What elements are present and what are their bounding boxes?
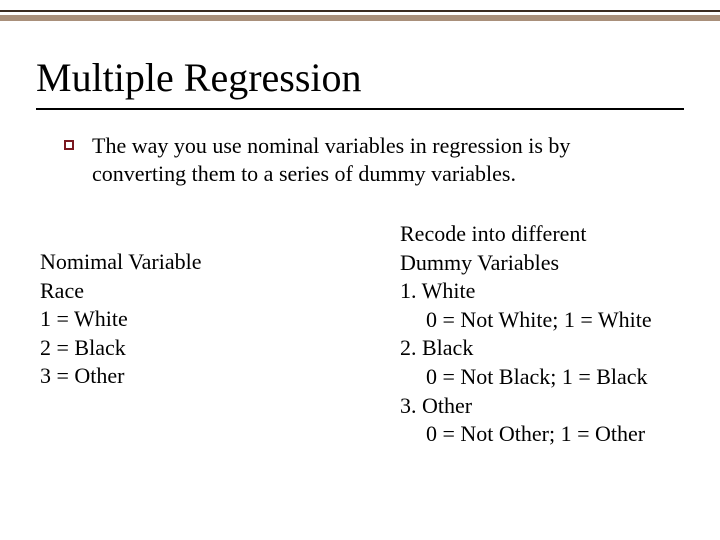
left-column: Nomimal Variable Race 1 = White 2 = Blac… [40, 248, 400, 449]
square-bullet-icon [64, 140, 74, 150]
bullet-text: The way you use nominal variables in reg… [92, 132, 664, 187]
title-underline [36, 108, 684, 110]
right-item-title: 1. White [400, 277, 680, 306]
right-heading-line: Dummy Variables [400, 249, 680, 278]
right-column: Recode into different Dummy Variables 1.… [400, 220, 680, 449]
bullet-item: The way you use nominal variables in reg… [64, 132, 664, 187]
slide-top-border [0, 10, 720, 21]
right-item-title: 2. Black [400, 334, 680, 363]
right-item-detail: 0 = Not Other; 1 = Other [400, 420, 680, 449]
right-heading-line: Recode into different [400, 220, 680, 249]
content-columns: Nomimal Variable Race 1 = White 2 = Blac… [40, 248, 680, 449]
right-item-title: 3. Other [400, 392, 680, 421]
slide-title: Multiple Regression [36, 54, 362, 101]
left-item: 3 = Other [40, 362, 400, 391]
right-item-detail: 0 = Not White; 1 = White [400, 306, 680, 335]
left-item: 1 = White [40, 305, 400, 334]
right-item-detail: 0 = Not Black; 1 = Black [400, 363, 680, 392]
left-heading: Nomimal Variable [40, 248, 400, 277]
left-label: Race [40, 277, 400, 306]
left-item: 2 = Black [40, 334, 400, 363]
